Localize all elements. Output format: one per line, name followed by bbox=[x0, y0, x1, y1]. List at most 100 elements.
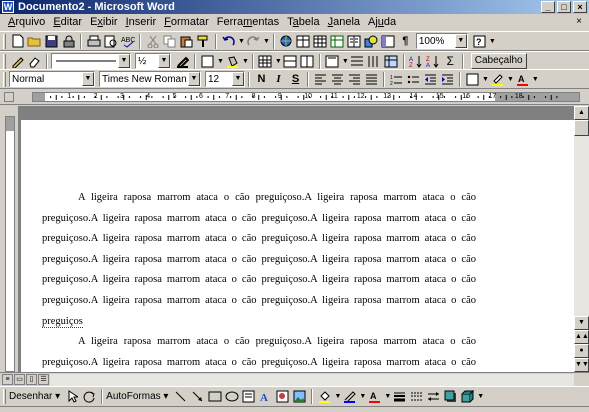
line-color-icon[interactable] bbox=[341, 388, 358, 405]
redo-dropdown-icon[interactable]: ▼ bbox=[263, 38, 270, 45]
save-icon[interactable] bbox=[43, 33, 60, 50]
line-width-combo[interactable]: ½ ▼ bbox=[135, 53, 171, 69]
tab-selector[interactable] bbox=[4, 92, 14, 102]
minimize-button[interactable]: _ bbox=[541, 1, 555, 13]
paragraph[interactable]: A ligeira raposa marrom ataca o cão preg… bbox=[42, 188, 476, 332]
show-hide-icon[interactable]: ¶ bbox=[397, 33, 414, 50]
merge-cells-icon[interactable] bbox=[282, 53, 299, 70]
scroll-thumb[interactable] bbox=[574, 120, 589, 136]
font-size-combo[interactable]: 12 ▼ bbox=[205, 71, 245, 87]
next-page-icon[interactable]: ▼▼ bbox=[574, 358, 589, 372]
close-button[interactable]: × bbox=[573, 1, 587, 13]
chevron-down-icon[interactable]: ▼ bbox=[454, 34, 467, 48]
wordart-icon[interactable]: A bbox=[257, 388, 274, 405]
numbering-icon[interactable]: 12 bbox=[388, 71, 405, 88]
font-color-dropdown-icon[interactable]: ▼ bbox=[532, 76, 539, 83]
drawing-icon[interactable] bbox=[363, 33, 380, 50]
borders-icon[interactable] bbox=[464, 71, 481, 88]
arrow-tool-icon[interactable] bbox=[189, 388, 206, 405]
spelling-error[interactable]: preguiços bbox=[42, 315, 83, 328]
open-folder-icon[interactable] bbox=[26, 33, 43, 50]
line-style-combo[interactable]: ▼ bbox=[51, 53, 131, 69]
border-dropdown-icon[interactable]: ▼ bbox=[217, 58, 224, 65]
close-document-icon[interactable]: × bbox=[573, 16, 585, 28]
chevron-down-icon[interactable]: ▼ bbox=[232, 72, 244, 86]
paste-icon[interactable] bbox=[178, 33, 195, 50]
shading-dropdown-icon[interactable]: ▼ bbox=[242, 58, 249, 65]
columns-icon[interactable] bbox=[346, 33, 363, 50]
highlight-icon[interactable] bbox=[489, 71, 506, 88]
previous-page-icon[interactable]: ▲▲ bbox=[574, 330, 589, 344]
chevron-down-icon[interactable]: ▼ bbox=[188, 72, 200, 86]
outside-border-icon[interactable] bbox=[199, 53, 216, 70]
horizontal-ruler[interactable]: 1 2 3 4 5 6 7 8 9 10 11 12 13 14 15 16 17 18 bbox=[0, 89, 589, 105]
distribute-columns-icon[interactable] bbox=[366, 53, 383, 70]
menu-inserir[interactable]: Inserir bbox=[122, 15, 161, 30]
toolbar-grip[interactable] bbox=[3, 71, 6, 87]
zoom-combo[interactable]: 100% ▼ bbox=[415, 33, 468, 49]
tables-borders-icon[interactable] bbox=[295, 33, 312, 50]
print-preview-icon[interactable] bbox=[102, 33, 119, 50]
menu-arquivo[interactable]: Arquivo bbox=[4, 15, 49, 30]
outline-view-icon[interactable]: ☰ bbox=[38, 374, 49, 385]
fill-color-dropdown-icon[interactable]: ▼ bbox=[334, 393, 341, 400]
arrow-style-icon[interactable] bbox=[425, 388, 442, 405]
align-top-icon[interactable] bbox=[324, 53, 341, 70]
menu-ajuda[interactable]: Ajuda bbox=[364, 15, 400, 30]
paragraph[interactable]: A ligeira raposa marrom ataca o cão preg… bbox=[42, 332, 476, 372]
insert-table-grid-icon[interactable] bbox=[257, 53, 274, 70]
menu-editar[interactable]: Editar bbox=[49, 15, 86, 30]
scroll-up-icon[interactable]: ▲ bbox=[574, 106, 589, 120]
maximize-button[interactable]: □ bbox=[557, 1, 571, 13]
help-dropdown-icon[interactable]: ▼ bbox=[489, 38, 496, 45]
new-document-icon[interactable] bbox=[9, 33, 26, 50]
highlight-dropdown-icon[interactable]: ▼ bbox=[507, 76, 514, 83]
free-rotate-icon[interactable] bbox=[81, 388, 98, 405]
font-combo[interactable]: Times New Roman ▼ bbox=[99, 71, 201, 87]
justify-icon[interactable] bbox=[363, 71, 380, 88]
font-color-icon[interactable]: A bbox=[514, 71, 531, 88]
document-body[interactable]: A ligeira raposa marrom ataca o cão preg… bbox=[42, 188, 476, 372]
distribute-rows-icon[interactable] bbox=[349, 53, 366, 70]
print-icon[interactable] bbox=[85, 33, 102, 50]
clipart-icon[interactable] bbox=[274, 388, 291, 405]
table-autoformat-icon[interactable] bbox=[383, 53, 400, 70]
print-layout-icon[interactable]: ▯ bbox=[26, 374, 37, 385]
vertical-scrollbar[interactable]: ▲ ▼ ▲▲ ● ▼▼ bbox=[574, 106, 589, 372]
web-view-icon[interactable]: ▭ bbox=[14, 374, 25, 385]
align-dropdown-icon[interactable]: ▼ bbox=[342, 58, 349, 65]
border-color-icon[interactable] bbox=[174, 53, 191, 70]
horizontal-scrollbar[interactable] bbox=[50, 374, 574, 386]
3d-icon[interactable] bbox=[459, 388, 476, 405]
header-style-button[interactable]: Cabeçalho bbox=[470, 53, 527, 69]
increase-indent-icon[interactable] bbox=[439, 71, 456, 88]
toolbar-grip[interactable] bbox=[3, 33, 6, 49]
shading-color-icon[interactable] bbox=[224, 53, 241, 70]
align-center-icon[interactable] bbox=[329, 71, 346, 88]
bullets-icon[interactable] bbox=[405, 71, 422, 88]
menu-formatar[interactable]: Formatar bbox=[160, 15, 213, 30]
draw-table-pencil-icon[interactable] bbox=[9, 53, 26, 70]
underline-button[interactable]: S bbox=[287, 71, 304, 88]
shadow-icon[interactable] bbox=[442, 388, 459, 405]
line-style-icon[interactable] bbox=[391, 388, 408, 405]
insert-excel-icon[interactable] bbox=[329, 33, 346, 50]
permission-lock-icon[interactable] bbox=[60, 33, 77, 50]
menu-ferramentas[interactable]: Ferramentas bbox=[213, 15, 283, 30]
undo-icon[interactable] bbox=[220, 33, 237, 50]
insert-table-icon[interactable] bbox=[312, 33, 329, 50]
italic-button[interactable]: I bbox=[270, 71, 287, 88]
chevron-down-icon[interactable]: ▼ bbox=[158, 54, 170, 68]
borders-dropdown-icon[interactable]: ▼ bbox=[482, 76, 489, 83]
toolbar-grip[interactable] bbox=[3, 389, 6, 404]
draw-font-color-icon[interactable]: A bbox=[366, 388, 383, 405]
draw-font-color-dropdown-icon[interactable]: ▼ bbox=[384, 393, 391, 400]
spelling-icon[interactable]: ABC bbox=[119, 33, 136, 50]
browse-object-icon[interactable]: ● bbox=[574, 344, 589, 358]
toolbar-grip[interactable] bbox=[3, 53, 6, 69]
help-icon[interactable]: ? bbox=[471, 33, 488, 50]
style-combo[interactable]: Normal ▼ bbox=[9, 71, 95, 87]
menu-exibir[interactable]: Exibir bbox=[86, 15, 122, 30]
copy-icon[interactable] bbox=[161, 33, 178, 50]
scroll-down-icon[interactable]: ▼ bbox=[574, 316, 589, 330]
